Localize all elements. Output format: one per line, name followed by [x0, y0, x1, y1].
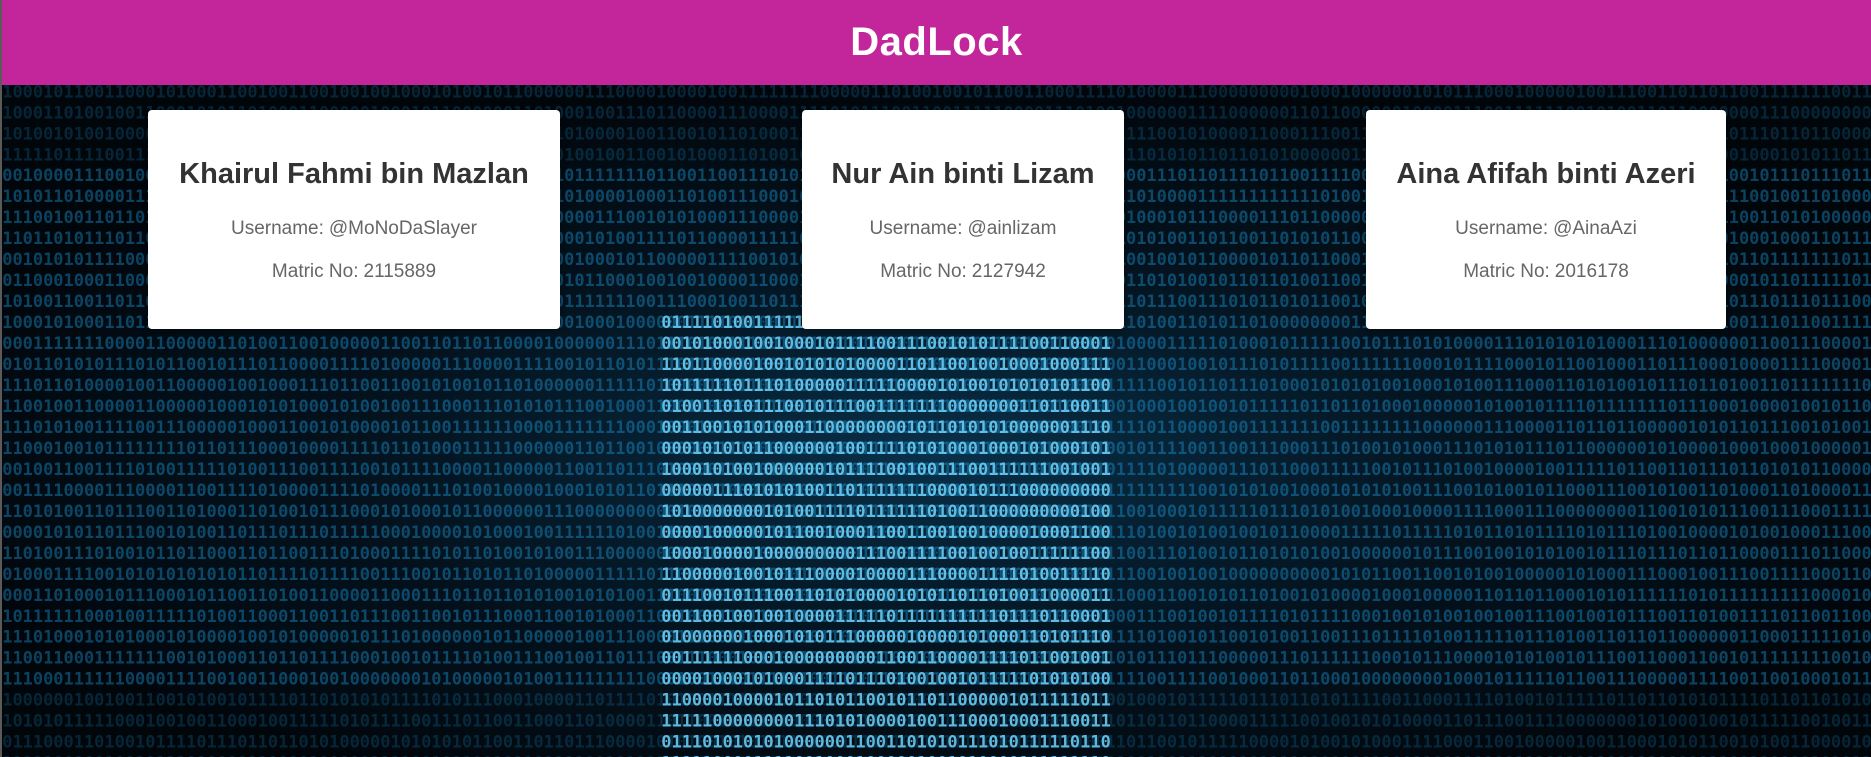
member-name: Nur Ain binti Lizam — [831, 158, 1095, 190]
binary-row-highlight: 0011111100010000000001100110000111101100… — [661, 649, 1111, 669]
username-value: @ainlizam — [967, 218, 1057, 239]
binary-row-highlight: 1011111011101000001111100001010010101010… — [661, 376, 1111, 396]
binary-row-highlight: 0001010101100000010011110101000100010100… — [661, 439, 1111, 459]
binary-row-highlight: 0000100000101100100011001100100100001000… — [661, 523, 1111, 543]
binary-row-highlight: 0000011101010100110111111100001011100000… — [661, 481, 1111, 501]
app-title: DadLock — [850, 20, 1023, 64]
matric-value: 2127942 — [971, 261, 1046, 282]
binary-row-highlight: 1101100001001010101000011011001001000100… — [661, 355, 1111, 375]
binary-row-highlight: 1100000100101110000100001110000111101001… — [661, 565, 1111, 585]
matric-value: 2016178 — [1554, 261, 1629, 282]
binary-row: 0100010110011000101000110010011001001001… — [0, 85, 1871, 102]
binary-row-highlight: 1111100000000111010100001001110001000111… — [661, 712, 1111, 732]
binary-row-highlight: 0000100010100011110111010010010111110101… — [661, 670, 1111, 690]
username-label: Username: — [869, 218, 963, 239]
member-username: Username: @AinaAzi — [1366, 218, 1726, 240]
username-label: Username: — [230, 218, 324, 239]
matric-label: Matric No: — [1463, 261, 1550, 282]
binary-row-highlight: 0111001011100110101000010101101101001100… — [661, 586, 1111, 606]
member-matric: Matric No: 2127942 — [802, 261, 1124, 283]
binary-row-highlight: 0010100010010001011110011100101011110011… — [661, 334, 1111, 354]
member-username: Username: @ainlizam — [802, 218, 1124, 240]
binary-row-highlight: 0111010101010000001100110101011101011111… — [661, 733, 1111, 753]
username-label: Username: — [1455, 218, 1549, 239]
binary-row-highlight: 1100001000010110101100101101100000101111… — [661, 691, 1111, 711]
binary-row-highlight: 1111100001111001000100000100101000010111… — [661, 754, 1111, 757]
app-header: DadLock — [0, 0, 1871, 85]
member-card: Aina Afifah binti Azeri Username: @AinaAz… — [1366, 110, 1726, 329]
username-value: @AinaAzi — [1553, 218, 1637, 239]
member-name: Aina Afifah binti Azeri — [1396, 158, 1696, 190]
binary-row-highlight: 1000100001000000000111001111001001001111… — [661, 544, 1111, 564]
member-matric: Matric No: 2115889 — [148, 261, 560, 283]
member-card: Khairul Fahmi bin Mazlan Username: @MoNoD… — [148, 110, 560, 329]
binary-row-highlight: 1000101001000000101111001001110011111100… — [661, 460, 1111, 480]
username-value: @MoNoDaSlayer — [328, 218, 478, 239]
binary-row-highlight: 0100000010001010111000001000010100011010… — [661, 628, 1111, 648]
matric-label: Matric No: — [271, 261, 359, 282]
member-matric: Matric No: 2016178 — [1366, 261, 1726, 283]
member-name: Khairul Fahmi bin Mazlan — [179, 158, 529, 190]
matric-label: Matric No: — [880, 261, 967, 282]
binary-row-highlight: 0011001001001000011111011111111110111011… — [661, 607, 1111, 627]
binary-row-highlight: 0100110101110010111001111111000000011011… — [661, 397, 1111, 417]
page: DadLock 01000101100110001010001100100110… — [0, 0, 1871, 757]
binary-row-highlight: 0011001010100011000000001011010101000000… — [661, 418, 1111, 438]
member-card: Nur Ain binti Lizam Username: @ainlizam M… — [802, 110, 1124, 329]
member-username: Username: @MoNoDaSlayer — [148, 218, 560, 240]
matric-value: 2115889 — [363, 261, 437, 282]
binary-row-highlight: 1010000000101001111011111101001100000000… — [661, 502, 1111, 522]
